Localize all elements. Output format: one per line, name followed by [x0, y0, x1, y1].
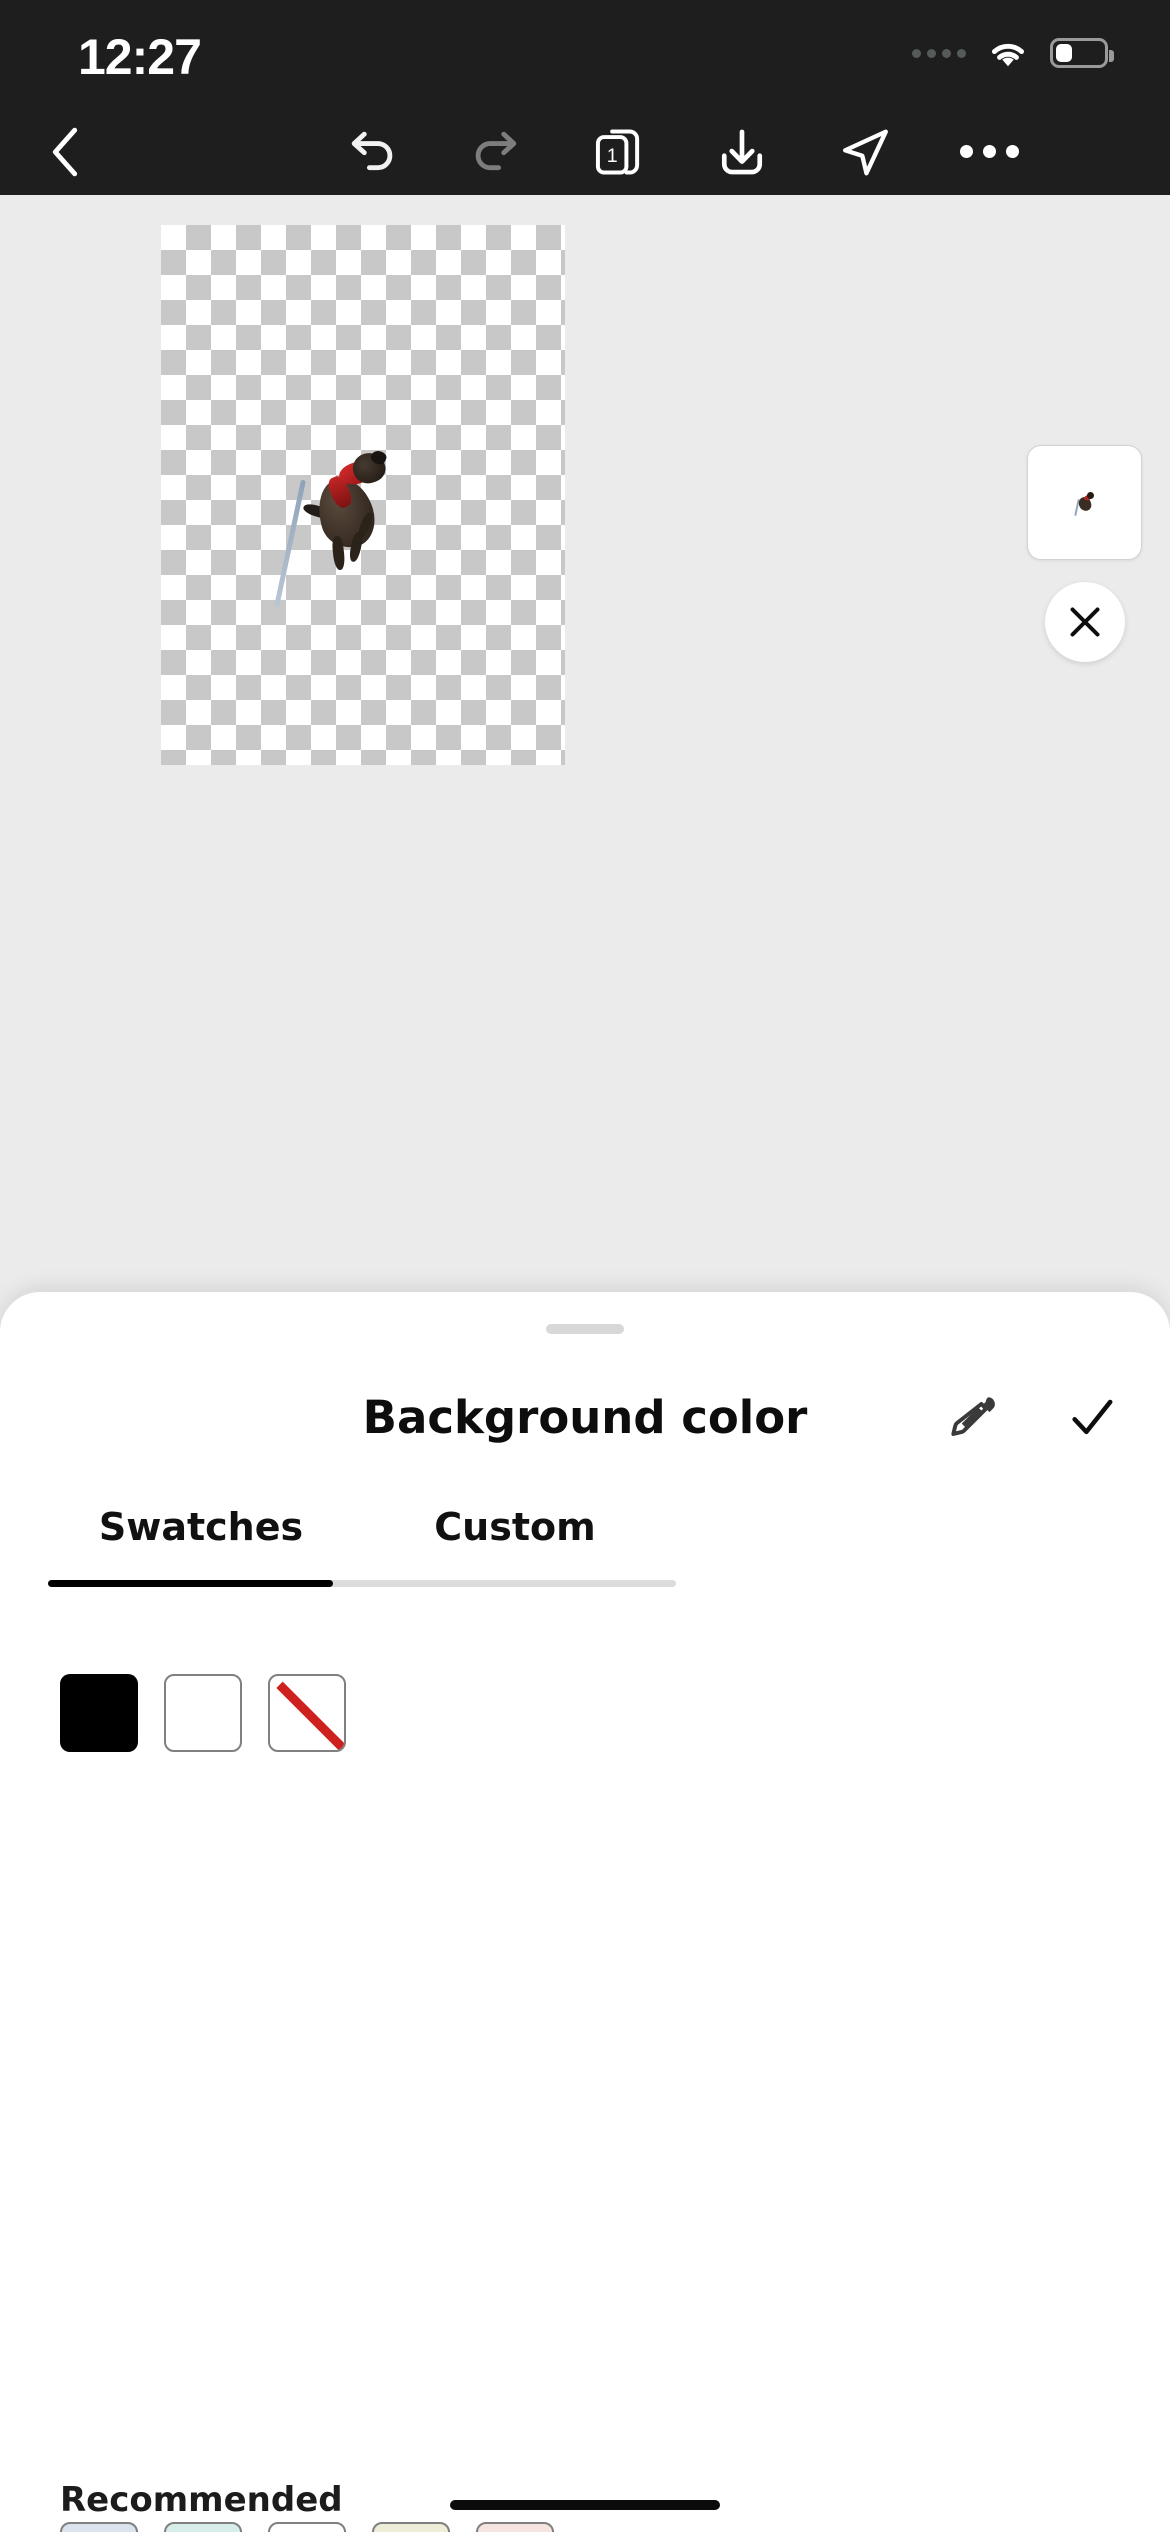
canvas-area[interactable] [0, 195, 1170, 1272]
home-indicator [450, 2500, 720, 2510]
share-icon [843, 129, 888, 175]
layers-button[interactable]: 1 [575, 109, 661, 195]
layers-icon: 1 [595, 128, 640, 175]
undo-button[interactable] [330, 109, 416, 195]
swatch-pale-periwinkle[interactable] [60, 2522, 138, 2532]
tab-active-indicator [48, 1580, 333, 1587]
swatch-pale-aqua[interactable] [164, 2522, 242, 2532]
redo-button[interactable] [452, 109, 538, 195]
sheet-header: Background color [0, 1362, 1170, 1472]
swatch-blush-pink[interactable] [476, 2522, 554, 2532]
confirm-button[interactable] [1054, 1380, 1130, 1456]
download-button[interactable] [699, 109, 785, 195]
editor-toolbar: 1 [0, 108, 1170, 195]
share-button[interactable] [822, 109, 908, 195]
leash-shape [274, 479, 306, 608]
tab-scroll-track[interactable] [48, 1580, 676, 1587]
download-icon [721, 129, 763, 174]
back-chevron-icon [52, 127, 78, 176]
eyedropper-button[interactable] [934, 1380, 1010, 1456]
wifi-icon [991, 43, 1025, 67]
eyedropper-icon [951, 1397, 995, 1436]
swatch-white[interactable] [164, 1674, 242, 1752]
status-clock: 12:27 [78, 29, 202, 85]
no-color-slash-icon [276, 1681, 344, 1750]
basic-swatch-row [60, 1674, 346, 1752]
more-options-icon [959, 145, 1019, 158]
background-color-sheet: Background color Swatches Custom Recomme… [0, 1292, 1170, 2532]
sheet-drag-handle[interactable] [546, 1324, 624, 1334]
tab-custom-label: Custom [434, 1505, 596, 1549]
close-icon [1070, 607, 1100, 637]
recommended-swatch-row [60, 2522, 554, 2532]
tab-custom[interactable]: Custom [362, 1492, 668, 1562]
more-options-button[interactable] [946, 109, 1032, 195]
tab-swatches-label: Swatches [98, 1505, 304, 1549]
recommended-heading: Recommended [60, 2480, 343, 2520]
swatch-white-rec[interactable] [268, 2522, 346, 2532]
tab-swatches[interactable]: Swatches [48, 1492, 354, 1562]
redo-icon [475, 131, 517, 170]
signal-dots-icon [912, 48, 966, 58]
status-indicators [912, 30, 1114, 76]
app-root: 12:27 1 Background color Swatches Custom… [0, 0, 1170, 2532]
back-button[interactable] [22, 109, 108, 195]
layers-count-label: 1 [607, 144, 618, 166]
swatch-none[interactable] [268, 1674, 346, 1752]
battery-icon [1050, 38, 1114, 68]
layer-thumbnail-preview [1073, 491, 1096, 516]
close-button[interactable] [1045, 582, 1125, 662]
artboard-transparent-canvas[interactable] [161, 225, 565, 765]
swatch-cream[interactable] [372, 2522, 450, 2532]
checkmark-icon [1072, 1399, 1113, 1435]
swatch-black[interactable] [60, 1674, 138, 1752]
status-bar: 12:27 [0, 0, 1170, 108]
undo-icon [351, 131, 393, 170]
sheet-tabs: Swatches Custom [0, 1492, 1170, 1588]
dog-artwork [274, 448, 421, 608]
layer-thumbnail-card[interactable] [1027, 445, 1142, 560]
